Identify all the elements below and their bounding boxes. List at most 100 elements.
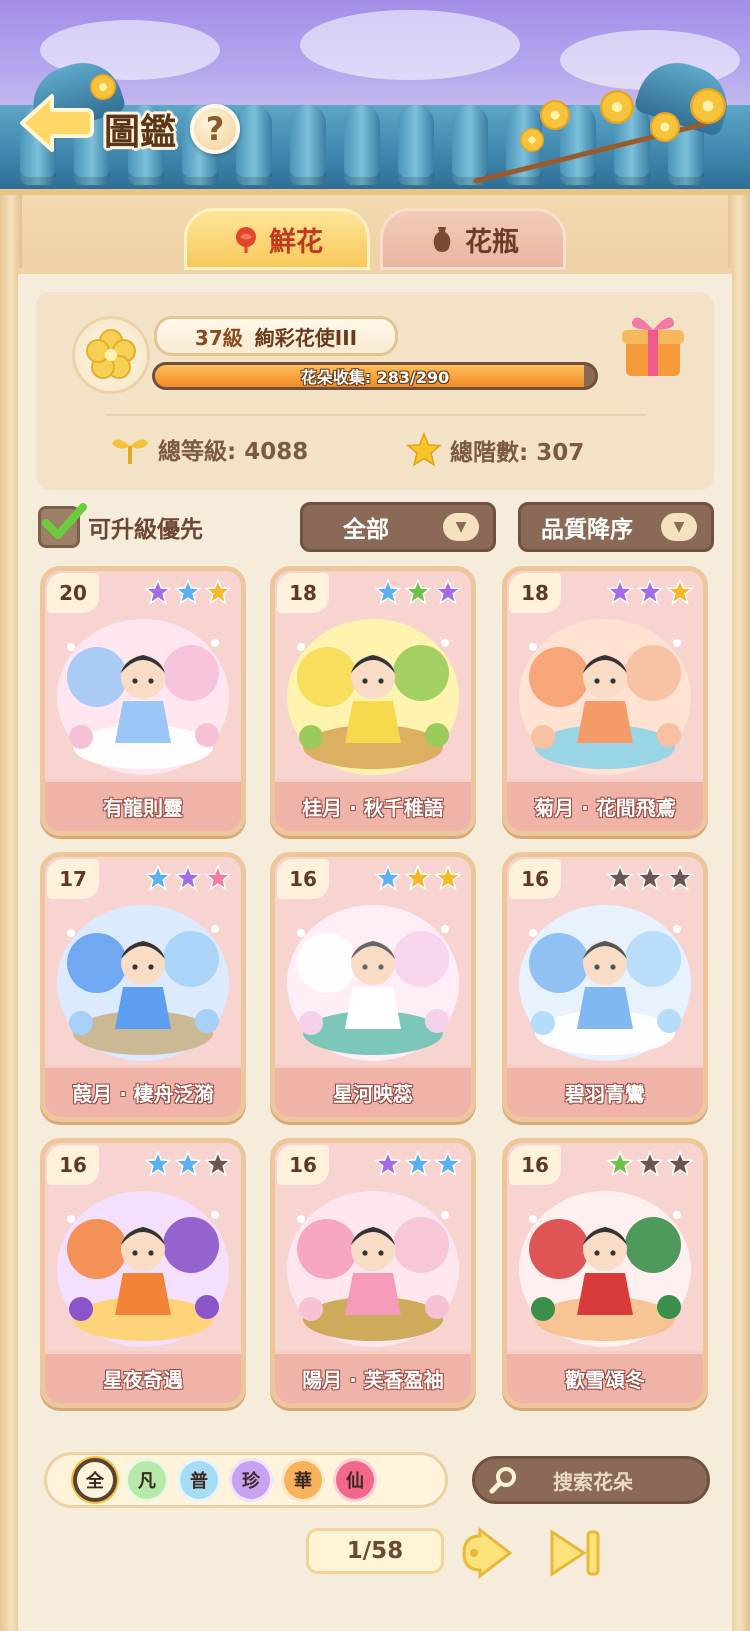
card-level-badge: 16 (47, 1145, 99, 1185)
star-icon (175, 1151, 201, 1177)
flower-artwork (513, 893, 697, 1065)
rarity-filter-bar: 全凡普珍華仙 (44, 1452, 448, 1508)
collection-progress-bar: 花朵收集: 283/290 (152, 362, 598, 390)
card-name: 歡雪頌冬 (507, 1351, 703, 1403)
card-level-badge: 16 (509, 1145, 561, 1185)
blossom-icon (540, 100, 570, 130)
flower-badge-icon (86, 329, 136, 379)
total-stars-stat: 總階數: 307 (406, 432, 584, 468)
sort-dropdown[interactable]: 品質降序 ▼ (518, 502, 714, 552)
card-stars (607, 579, 693, 605)
star-icon (435, 865, 461, 891)
blossom-icon (600, 90, 634, 124)
star-icon (667, 865, 693, 891)
rarity-filter-5[interactable]: 仙 (333, 1458, 377, 1502)
card-stars (145, 865, 231, 891)
flower-card[interactable]: 16 星夜奇遇 (40, 1138, 246, 1408)
star-icon (637, 1151, 663, 1177)
rarity-filter-4[interactable]: 華 (281, 1458, 325, 1502)
card-stars (145, 1151, 231, 1177)
tab-flowers[interactable]: 鮮花 (184, 208, 370, 270)
rarity-filter-2[interactable]: 普 (177, 1458, 221, 1502)
card-name: 葭月 · 棲舟泛漪 (45, 1065, 241, 1117)
star-icon (145, 865, 171, 891)
upgrade-first-label: 可升級優先 (88, 517, 203, 543)
star-icon (607, 1151, 633, 1177)
total-stars-value: 總階數: 307 (450, 440, 585, 466)
card-stars (375, 1151, 461, 1177)
card-name: 有龍則靈 (45, 779, 241, 831)
blossom-icon (650, 112, 680, 142)
flower-card[interactable]: 16 星河映蕊 (270, 852, 476, 1122)
flower-card[interactable]: 16 碧羽青鸞 (502, 852, 708, 1122)
last-page-button[interactable] (548, 1526, 604, 1580)
star-icon (205, 1151, 231, 1177)
back-button[interactable] (18, 88, 94, 158)
star-icon (435, 579, 461, 605)
star-icon (607, 865, 633, 891)
card-name: 星河映蕊 (275, 1065, 471, 1117)
category-value: 全部 (343, 517, 389, 543)
page-indicator: 1/58 (306, 1528, 444, 1574)
search-button[interactable]: 搜索花朵 (472, 1456, 710, 1504)
rarity-filter-1[interactable]: 凡 (125, 1458, 169, 1502)
star-icon (637, 579, 663, 605)
card-level-badge: 20 (47, 573, 99, 613)
sprout-icon (112, 439, 148, 464)
flower-card[interactable]: 16 陽月 · 芙香盈袖 (270, 1138, 476, 1408)
card-level-badge: 16 (277, 859, 329, 899)
star-icon (175, 865, 201, 891)
rank-badge (72, 316, 150, 394)
tab-flowers-label: 鮮花 (269, 226, 323, 258)
upgrade-first-toggle[interactable]: 可升級優先 (38, 503, 203, 548)
star-icon (375, 865, 401, 891)
search-icon (489, 1467, 516, 1494)
card-level-badge: 18 (509, 573, 561, 613)
flower-artwork (281, 893, 465, 1065)
star-icon (375, 1151, 401, 1177)
player-level: 37級 (194, 325, 243, 350)
star-icon (637, 865, 663, 891)
flower-artwork (281, 607, 465, 779)
star-icon (667, 1151, 693, 1177)
flower-card[interactable]: 20 有龍則靈 (40, 566, 246, 836)
chevron-down-icon: ▼ (443, 513, 479, 541)
star-icon (205, 865, 231, 891)
card-name: 碧羽青鸞 (507, 1065, 703, 1117)
card-name: 陽月 · 芙香盈袖 (275, 1351, 471, 1403)
card-level-badge: 16 (277, 1145, 329, 1185)
total-level-stat: 總等級: 4088 (110, 432, 308, 466)
category-dropdown[interactable]: 全部 ▼ (300, 502, 496, 552)
star-icon (405, 1151, 431, 1177)
help-button[interactable]: ? (190, 104, 240, 154)
star-icon (667, 579, 693, 605)
card-stars (375, 579, 461, 605)
flower-artwork (51, 607, 235, 779)
card-level-badge: 18 (277, 573, 329, 613)
card-stars (145, 579, 231, 605)
rarity-filter-0[interactable]: 全 (73, 1458, 117, 1502)
flower-card[interactable]: 17 葭月 · 棲舟泛漪 (40, 852, 246, 1122)
collection-progress-label: 花朵收集: 283/290 (300, 368, 450, 387)
flower-card[interactable]: 18 菊月 · 花間飛鳶 (502, 566, 708, 836)
chevron-down-icon: ▼ (661, 513, 697, 541)
star-icon (435, 1151, 461, 1177)
flower-artwork (513, 1179, 697, 1351)
star-icon (405, 579, 431, 605)
flower-artwork (281, 1179, 465, 1351)
flower-card[interactable]: 16 歡雪頌冬 (502, 1138, 708, 1408)
tab-vases[interactable]: 花瓶 (380, 208, 566, 270)
total-level-value: 總等級: 4088 (158, 439, 309, 465)
gift-icon[interactable] (618, 308, 688, 380)
next-page-button[interactable] (458, 1526, 514, 1580)
flower-card[interactable]: 18 桂月 · 秋千稚語 (270, 566, 476, 836)
card-name: 桂月 · 秋千稚語 (275, 779, 471, 831)
rarity-filter-3[interactable]: 珍 (229, 1458, 273, 1502)
card-stars (607, 865, 693, 891)
star-icon (607, 579, 633, 605)
sort-value: 品質降序 (541, 517, 633, 543)
upgrade-first-checkbox[interactable] (38, 503, 87, 548)
frame-top (0, 195, 750, 275)
blossom-icon (520, 128, 544, 152)
profile-stats-card: 37級 絢彩花使III 花朵收集: 283/290 總等級: 4088 總階數:… (36, 292, 714, 490)
